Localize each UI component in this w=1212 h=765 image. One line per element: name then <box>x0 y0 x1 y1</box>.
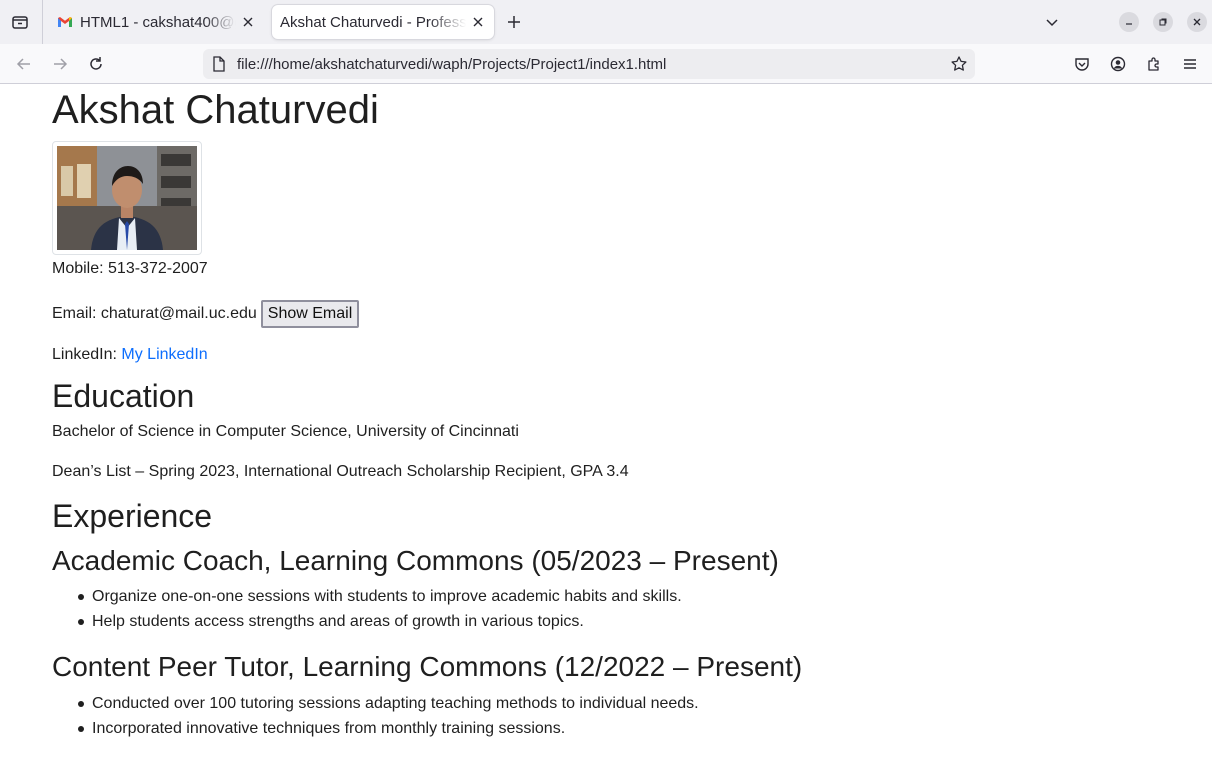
experience-heading: Experience <box>52 498 213 534</box>
tab-bar: HTML1 - cakshat400@gmail.com Akshat Chat… <box>0 0 1212 44</box>
linkedin-link[interactable]: My LinkedIn <box>121 346 207 363</box>
linkedin-row: LinkedIn: My LinkedIn <box>52 343 1212 367</box>
hamburger-menu-icon[interactable] <box>1178 52 1202 76</box>
education-honors: Dean’s List – Spring 2023, International… <box>52 463 629 480</box>
profile-photo <box>57 146 197 250</box>
navigation-bar: file:///home/akshatchaturvedi/waph/Proje… <box>0 44 1212 84</box>
show-email-button[interactable]: Show Email <box>260 300 360 328</box>
page-icon <box>211 56 227 72</box>
job-title-content-peer-tutor: Content Peer Tutor, Learning Commons (12… <box>52 651 803 682</box>
bookmark-star-icon[interactable] <box>949 54 969 74</box>
restore-icon[interactable] <box>1153 12 1173 32</box>
email-address: Email: chaturat@mail.uc.edu <box>52 305 257 322</box>
list-item: Help students access strengths and areas… <box>76 609 1212 634</box>
education-degree: Bachelor of Science in Computer Science,… <box>52 423 519 440</box>
education-heading: Education <box>52 378 195 414</box>
email-row: Email: chaturat@mail.uc.edu Show Email <box>52 300 1212 328</box>
url-text[interactable]: file:///home/akshatchaturvedi/waph/Proje… <box>237 56 949 73</box>
list-item: Conducted over 100 tutoring sessions ada… <box>76 691 1212 716</box>
extensions-icon[interactable] <box>1142 52 1166 76</box>
chevron-down-icon[interactable] <box>1040 10 1064 34</box>
pocket-icon[interactable] <box>1070 52 1094 76</box>
job-title-academic-coach: Academic Coach, Learning Commons (05/202… <box>52 545 779 576</box>
gmail-icon <box>56 13 74 31</box>
page-title: Akshat Chaturvedi <box>52 88 379 132</box>
close-icon[interactable] <box>238 12 258 32</box>
tab-list-icon[interactable] <box>8 10 32 34</box>
duties-list: Conducted over 100 tutoring sessions ada… <box>76 691 1212 741</box>
forward-arrow-icon[interactable] <box>48 52 72 76</box>
list-item: Incorporated innovative techniques from … <box>76 716 1212 741</box>
list-item: Organize one-on-one sessions with studen… <box>76 584 1212 609</box>
page-content: Akshat Chaturvedi Mobile: 513-372-2007 E… <box>0 85 1212 765</box>
minimize-icon[interactable] <box>1119 12 1139 32</box>
close-icon[interactable] <box>468 12 488 32</box>
address-bar[interactable]: file:///home/akshatchaturvedi/waph/Proje… <box>203 49 975 79</box>
back-arrow-icon[interactable] <box>12 52 36 76</box>
tab-title: HTML1 - cakshat400@gmail.com <box>80 13 236 31</box>
duties-list: Organize one-on-one sessions with studen… <box>76 584 1212 634</box>
tab-separator <box>42 0 43 44</box>
tab-profile[interactable]: Akshat Chaturvedi - Professional Profile <box>272 5 494 39</box>
mobile-number: Mobile: 513-372-2007 <box>52 260 208 277</box>
new-tab-icon[interactable] <box>502 10 526 34</box>
reload-icon[interactable] <box>84 52 108 76</box>
window-close-icon[interactable] <box>1187 12 1207 32</box>
account-icon[interactable] <box>1106 52 1130 76</box>
profile-photo-frame <box>52 141 202 255</box>
tab-title: Akshat Chaturvedi - Professional Profile <box>280 13 466 31</box>
tab-gmail[interactable]: HTML1 - cakshat400@gmail.com <box>48 5 264 39</box>
linkedin-label: LinkedIn: <box>52 346 117 363</box>
